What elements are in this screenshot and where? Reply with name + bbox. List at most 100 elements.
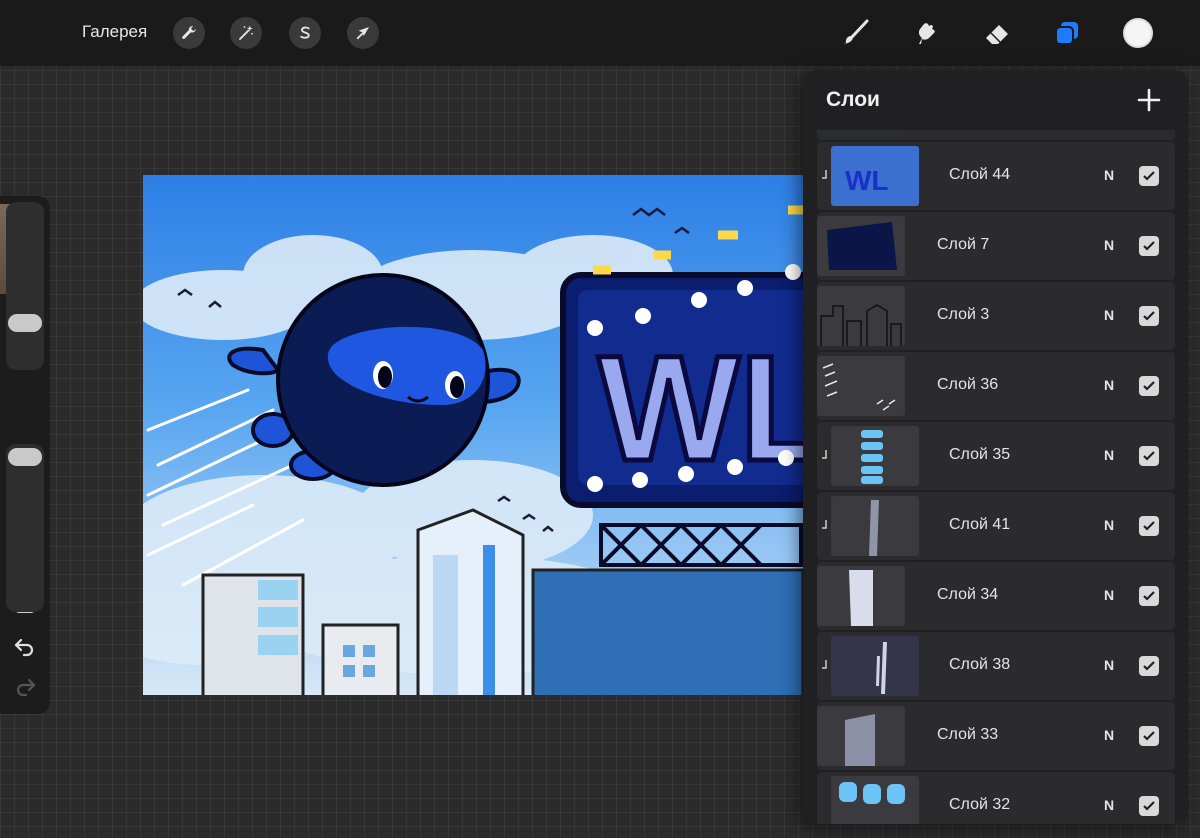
layer-row[interactable]: Слой 41 N <box>817 492 1175 560</box>
layer-row[interactable]: Слой 38 N <box>817 632 1175 700</box>
brush-size-slider[interactable] <box>6 202 44 370</box>
layer-row[interactable]: Слой 36 N <box>817 352 1175 420</box>
blend-mode-button[interactable]: N <box>1104 447 1114 463</box>
layer-visibility-checkbox[interactable] <box>1139 586 1159 606</box>
checkmark-icon <box>1143 731 1155 741</box>
eraser-icon <box>986 25 1008 44</box>
layer-visibility-checkbox[interactable] <box>1139 446 1159 466</box>
layer-row-partial[interactable] <box>817 130 1175 140</box>
layer-thumbnail: WL <box>831 146 919 206</box>
checkmark-icon <box>1143 591 1155 601</box>
layer-thumbnail <box>817 216 905 276</box>
layer-name: Слой 38 <box>949 656 1011 673</box>
eraser-tool-button[interactable] <box>980 16 1014 50</box>
layers-tool-button[interactable] <box>1050 16 1084 50</box>
smudge-tool-button[interactable] <box>909 16 943 50</box>
blend-mode-button[interactable]: N <box>1104 587 1114 603</box>
adjustments-button[interactable] <box>230 17 262 49</box>
layer-visibility-checkbox[interactable] <box>1139 726 1159 746</box>
layer-row[interactable]: Слой 7 N <box>817 212 1175 280</box>
layer-row[interactable]: Слой 35 N <box>817 422 1175 490</box>
layer-list[interactable]: WL Слой 44 N Слой 7 N Слой 3 N Слой 36 N… <box>817 130 1175 824</box>
wrench-icon <box>182 26 196 39</box>
layer-thumbnail <box>817 706 905 766</box>
undo-icon[interactable] <box>13 634 37 658</box>
layer-row[interactable]: Слой 3 N <box>817 282 1175 350</box>
artwork-illustration: WL <box>143 205 803 695</box>
layers-panel: Слои WL Слой 44 N Слой 7 N Слой 3 N Слой… <box>803 70 1188 824</box>
transform-button[interactable] <box>347 17 379 49</box>
layer-thumbnail <box>817 130 905 136</box>
add-layer-button[interactable] <box>1135 86 1163 114</box>
blend-mode-button[interactable]: N <box>1104 797 1114 813</box>
selection-s-icon <box>300 26 310 39</box>
top-toolbar: Галерея <box>0 0 1200 66</box>
layer-name: Слой 44 <box>949 166 1011 183</box>
left-sidebar: ❯ <box>0 196 50 714</box>
clipping-mask-icon <box>822 450 827 459</box>
opacity-slider[interactable] <box>6 444 44 612</box>
layer-name: Слой 34 <box>937 586 999 603</box>
blend-mode-button[interactable]: N <box>1104 377 1114 393</box>
layer-visibility-checkbox[interactable] <box>1139 166 1159 186</box>
gallery-button[interactable]: Галерея <box>82 22 147 42</box>
checkmark-icon <box>1143 241 1155 251</box>
redo-icon[interactable] <box>13 674 37 698</box>
layer-name: Слой 32 <box>949 796 1011 813</box>
checkmark-icon <box>1143 311 1155 321</box>
layer-visibility-checkbox[interactable] <box>1139 796 1159 816</box>
layer-visibility-checkbox[interactable] <box>1139 516 1159 536</box>
layer-visibility-checkbox[interactable] <box>1139 236 1159 256</box>
layer-name: Слой 36 <box>937 376 999 393</box>
opacity-knob[interactable] <box>8 448 42 466</box>
clipping-mask-icon <box>822 170 827 179</box>
layer-thumbnail <box>817 286 905 346</box>
layer-visibility-checkbox[interactable] <box>1139 376 1159 396</box>
move-arrow-icon <box>356 27 369 40</box>
layer-row[interactable]: Слой 33 N <box>817 702 1175 770</box>
blend-mode-button[interactable]: N <box>1104 657 1114 673</box>
layer-row[interactable]: WL Слой 44 N <box>817 142 1175 210</box>
layer-visibility-checkbox[interactable] <box>1139 306 1159 326</box>
checkmark-icon <box>1143 801 1155 811</box>
layer-row[interactable]: Слой 34 N <box>817 562 1175 630</box>
magic-wand-icon <box>239 25 253 40</box>
checkmark-icon <box>1143 521 1155 531</box>
plus-icon <box>1137 88 1161 112</box>
layer-thumbnail <box>831 496 919 556</box>
svg-text:WL: WL <box>845 165 889 196</box>
blend-mode-button[interactable]: N <box>1104 307 1114 323</box>
layer-thumbnail <box>831 636 919 696</box>
layer-thumbnail <box>817 566 905 626</box>
brush-tool-button[interactable] <box>838 16 872 50</box>
blend-mode-button[interactable]: N <box>1104 517 1114 533</box>
layer-name: Слой 3 <box>937 306 990 323</box>
layer-name: Слой 33 <box>937 726 999 743</box>
actions-button[interactable] <box>173 17 205 49</box>
smudge-icon <box>918 23 935 44</box>
blend-mode-button[interactable]: N <box>1104 167 1114 183</box>
blend-mode-button[interactable]: N <box>1104 727 1114 743</box>
selection-button[interactable] <box>289 17 321 49</box>
layer-name: Слой 35 <box>949 446 1011 463</box>
layers-icon <box>1055 22 1078 45</box>
layers-panel-title: Слои <box>826 88 880 111</box>
checkmark-icon <box>1143 381 1155 391</box>
layer-name: Слой 7 <box>937 236 990 253</box>
layer-thumbnail <box>817 356 905 416</box>
billboard-logo-text: WL <box>598 324 803 492</box>
brush-size-knob[interactable] <box>8 314 42 332</box>
layer-name: Слой 41 <box>949 516 1011 533</box>
color-picker-button[interactable] <box>1123 18 1153 48</box>
blend-mode-button[interactable]: N <box>1104 237 1114 253</box>
checkmark-icon <box>1143 451 1155 461</box>
layer-visibility-checkbox[interactable] <box>1139 656 1159 676</box>
layer-thumbnail <box>831 776 919 824</box>
canvas-artwork[interactable]: WL <box>143 175 803 695</box>
brush-icon <box>842 19 869 44</box>
layer-thumbnail <box>831 426 919 486</box>
layer-row[interactable]: Слой 32 N <box>817 772 1175 824</box>
clipping-mask-icon <box>822 660 827 669</box>
checkmark-icon <box>1143 661 1155 671</box>
clipping-mask-icon <box>822 520 827 529</box>
